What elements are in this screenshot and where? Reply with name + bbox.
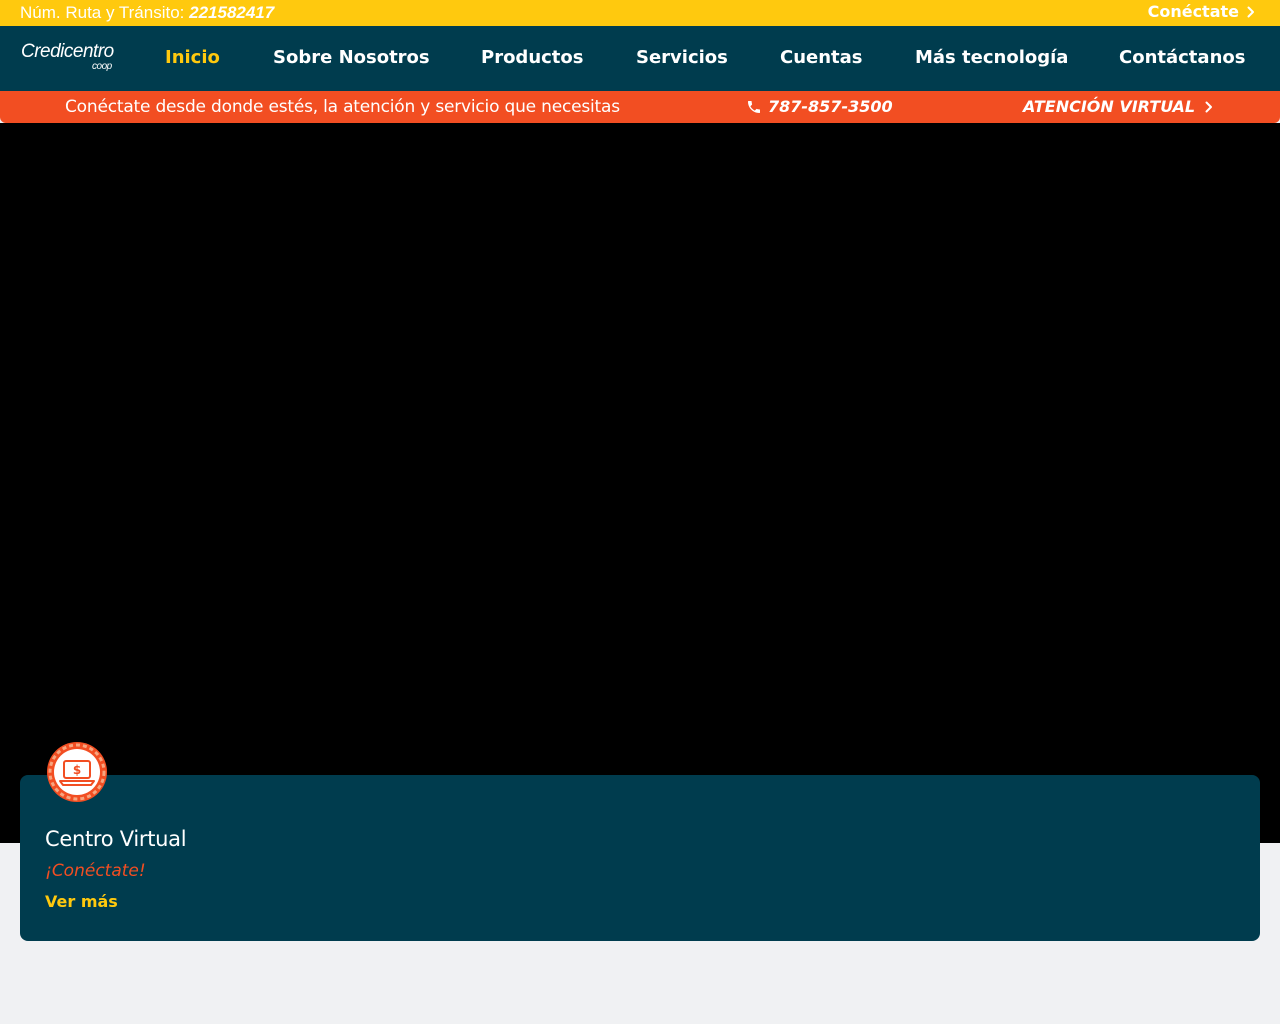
top-bar: Núm. Ruta y Tránsito: 221582417 Conéctat…: [0, 0, 1280, 26]
nav-item-servicios[interactable]: Servicios: [636, 47, 728, 69]
phone-link[interactable]: 787-857-3500: [746, 97, 893, 117]
card-subtitle: ¡Conéctate!: [45, 861, 146, 881]
promo-text: Conéctate desde donde estés, la atención…: [65, 97, 620, 117]
ver-mas-link[interactable]: Ver más: [45, 892, 118, 912]
routing-number: 221582417: [189, 3, 275, 22]
svg-text:$: $: [73, 763, 81, 777]
chevron-right-icon: [1247, 6, 1254, 18]
nav-item-contactanos[interactable]: Contáctanos: [1119, 47, 1245, 69]
nav-item-inicio[interactable]: Inicio: [165, 47, 220, 69]
nav-item-cuentas[interactable]: Cuentas: [780, 47, 863, 69]
virtual-attention-label: ATENCIÓN VIRTUAL: [1023, 97, 1196, 116]
card-title: Centro Virtual: [45, 827, 187, 851]
routing-label: Núm. Ruta y Tránsito:: [20, 3, 185, 22]
connect-label: Conéctate: [1147, 2, 1239, 21]
promo-bar: Conéctate desde donde estés, la atención…: [0, 91, 1280, 123]
centro-virtual-card: [20, 775, 1260, 941]
routing-info: Núm. Ruta y Tránsito: 221582417: [20, 2, 274, 24]
connect-link[interactable]: Conéctate: [1148, 1, 1255, 23]
hero-video: [0, 123, 1280, 843]
main-navbar: Credicentro coop Inicio Sobre Nosotros P…: [0, 26, 1280, 91]
nav-item-mas-tecnologia[interactable]: Más tecnología: [915, 47, 1068, 69]
phone-icon: [748, 101, 760, 113]
credicentro-logo[interactable]: Credicentro coop: [21, 42, 114, 72]
virtual-attention-link[interactable]: ATENCIÓN VIRTUAL: [1023, 97, 1213, 117]
logo-brand: Credicentro: [21, 41, 114, 62]
nav-item-sobre-nosotros[interactable]: Sobre Nosotros: [273, 47, 430, 69]
chevron-right-icon: [1205, 101, 1213, 113]
laptop-dollar-icon: $: [47, 742, 107, 802]
logo-sub: coop: [92, 61, 112, 72]
nav-item-productos[interactable]: Productos: [481, 47, 584, 69]
phone-number: 787-857-3500: [768, 97, 893, 116]
